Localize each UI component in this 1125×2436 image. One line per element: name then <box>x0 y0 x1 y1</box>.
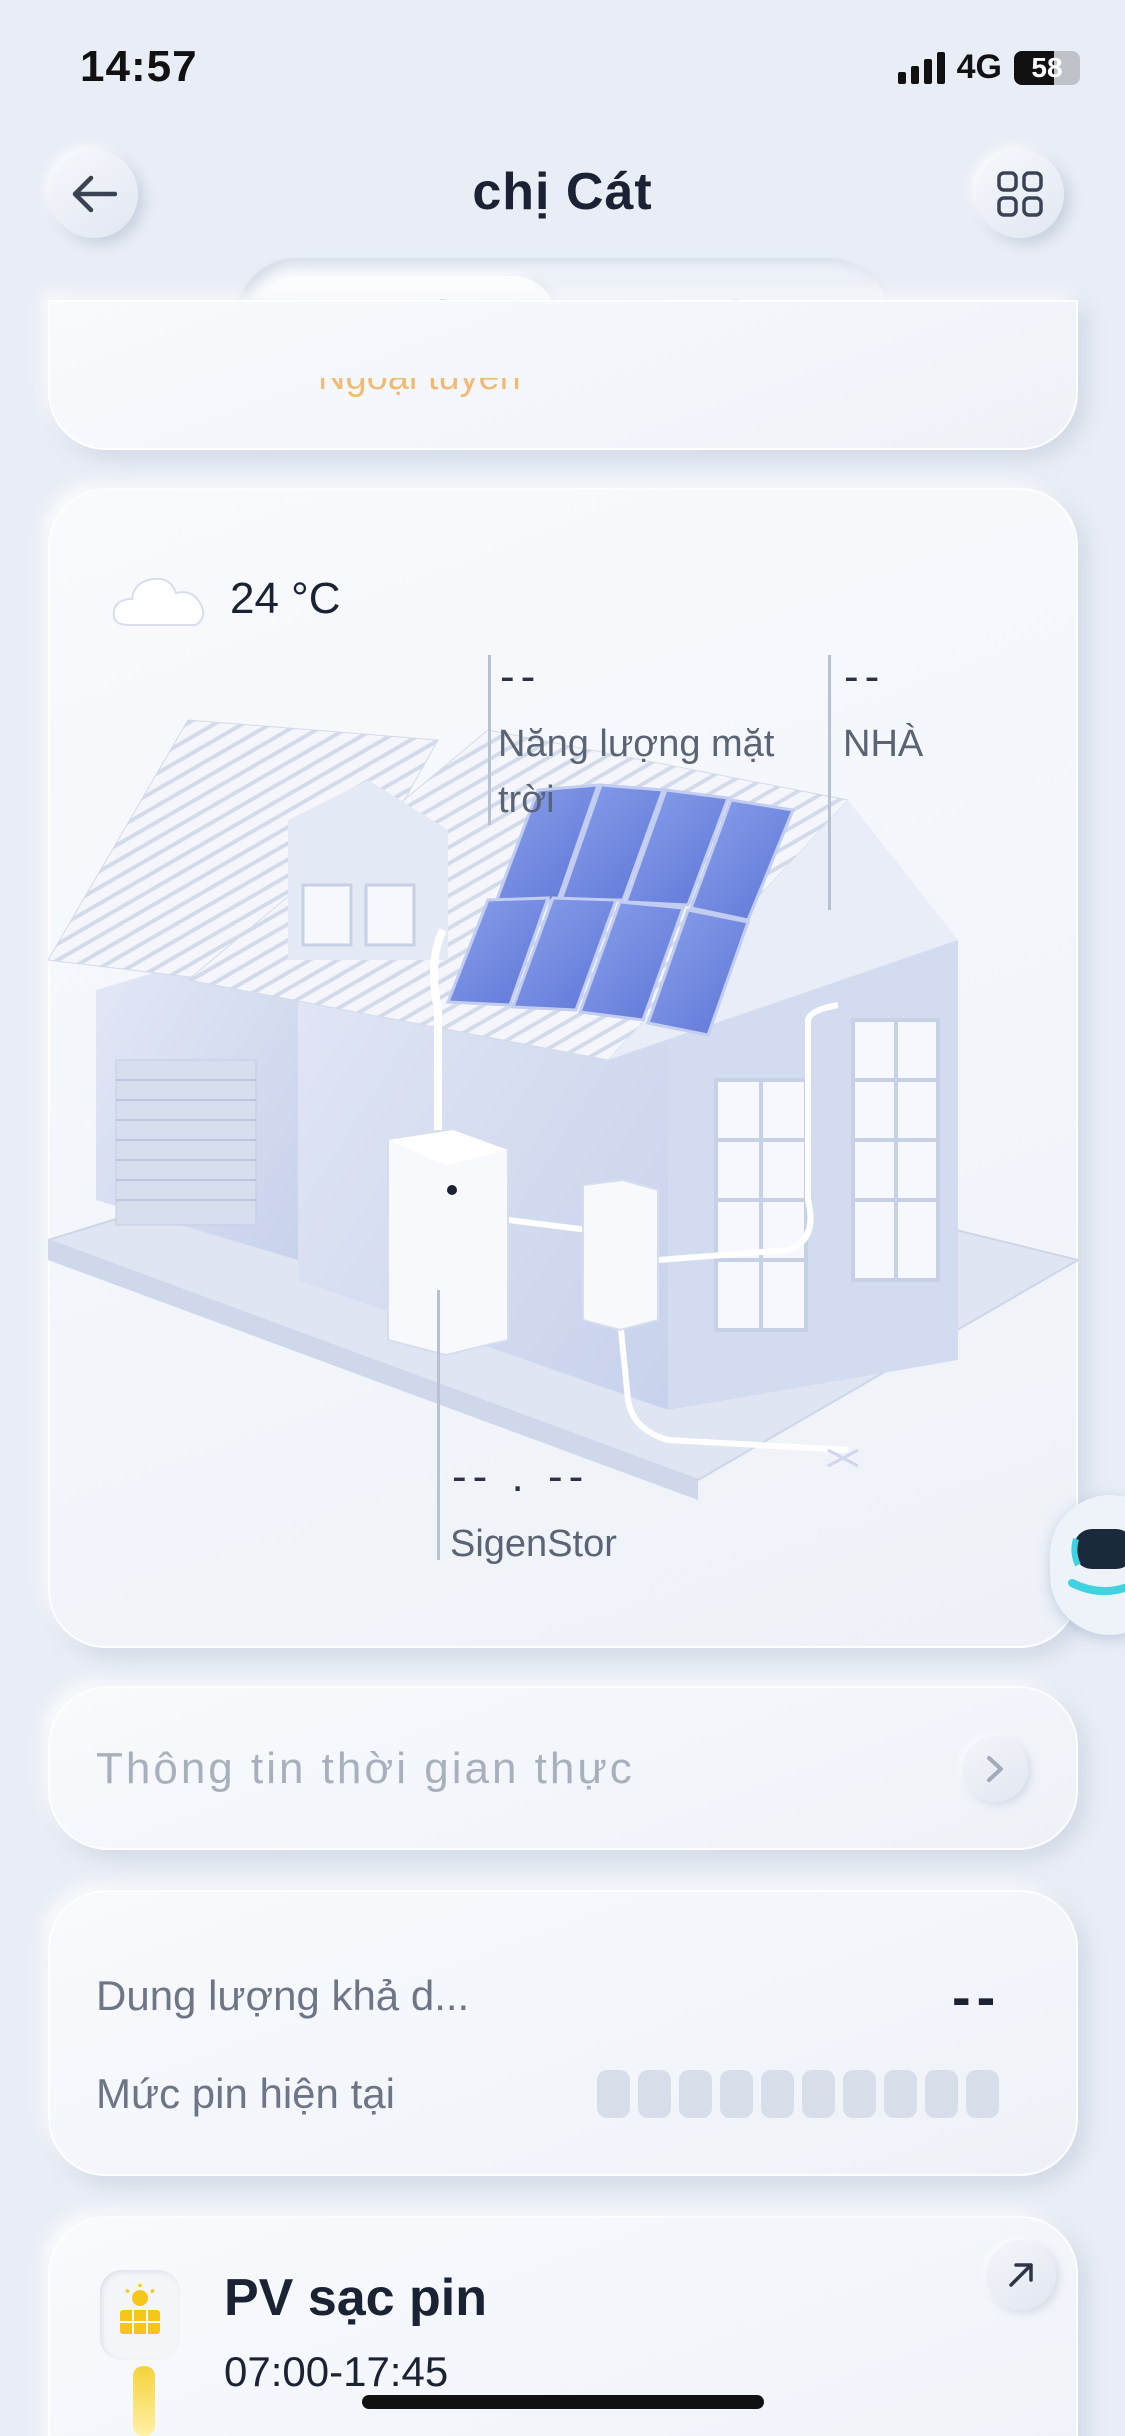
cloud-icon <box>112 577 205 626</box>
signal-icon <box>897 51 945 84</box>
page-title: chị Cát <box>472 163 653 221</box>
available-capacity-label: Dung lượng khả d... <box>96 1972 470 2019</box>
available-capacity-value: -- <box>952 1965 1002 2028</box>
arrow-up-right-icon <box>1009 2263 1033 2287</box>
home-value: -- <box>844 652 886 701</box>
temperature: 24 °C <box>230 574 341 623</box>
pv-title: PV sạc pin <box>224 2269 487 2327</box>
pv-time-range: 07:00-17:45 <box>224 2348 449 2395</box>
chevron-right-icon <box>987 1756 1003 1782</box>
battery-value: -- . -- <box>452 1452 590 1501</box>
menu-grid-button[interactable] <box>976 150 1064 238</box>
battery-icon: 58 <box>1014 50 1080 85</box>
solar-leader-line <box>488 655 491 825</box>
battery-level: 58 <box>1031 51 1063 83</box>
home-leader-line <box>828 655 831 910</box>
solar-label: Năng lượng mặt trời <box>498 723 775 821</box>
network-type: 4G <box>956 48 1002 86</box>
realtime-info-button[interactable] <box>962 1736 1028 1802</box>
home-label: NHÀ <box>843 723 924 765</box>
solar-value: -- <box>500 652 542 701</box>
battery-label: SigenStor <box>450 1523 617 1565</box>
pv-icon-tile <box>100 2270 180 2360</box>
battery-level-label: Mức pin hiện tại <box>96 2070 395 2117</box>
battery-leader-line <box>437 1290 440 1560</box>
realtime-info-label: Thông tin thời gian thực <box>96 1744 635 1793</box>
pv-open-button[interactable] <box>986 2240 1056 2310</box>
home-indicator[interactable] <box>362 2395 764 2409</box>
status-indicators: 4G 58 <box>897 48 1080 87</box>
grid-icon <box>997 171 1043 217</box>
status-card <box>48 300 1078 450</box>
assistant-icon <box>1068 1529 1125 1596</box>
status-time: 14:57 <box>80 42 198 91</box>
battery-level-bar <box>597 2070 999 2118</box>
pv-progress-bar <box>133 2366 155 2436</box>
solar-panel-icon <box>120 2284 160 2334</box>
battery-capacity-card <box>48 1890 1078 2176</box>
